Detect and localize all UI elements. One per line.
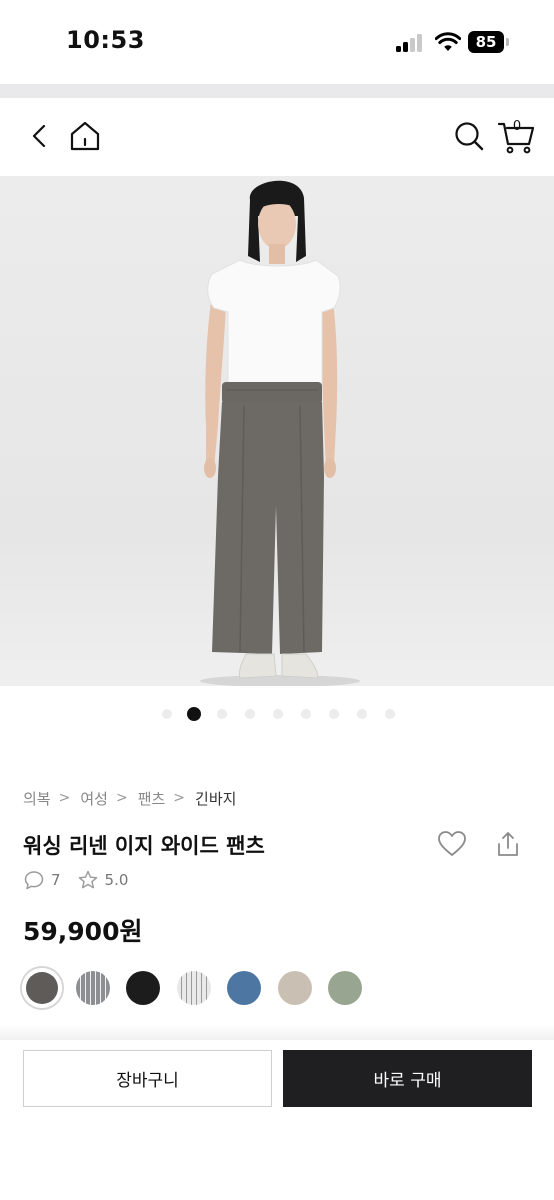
product-image[interactable]	[0, 176, 554, 686]
product-title: 워싱 리넨 이지 와이드 팬츠	[23, 834, 265, 858]
model-illustration	[200, 180, 360, 686]
heart-icon[interactable]	[436, 828, 468, 860]
status-bar: 10:53 85	[0, 0, 554, 84]
review-count: 7	[51, 871, 61, 889]
breadcrumb-item[interactable]: 여성	[80, 788, 108, 809]
battery-level: 85	[468, 31, 504, 53]
breadcrumb-item[interactable]: 의복	[23, 788, 51, 809]
chevron-right-icon: >	[173, 790, 186, 806]
breadcrumb: 의복 > 여성 > 팬츠 > 긴바지	[23, 787, 236, 809]
bottom-bar-divider	[0, 1024, 554, 1040]
breadcrumb-current[interactable]: 긴바지	[195, 788, 236, 809]
search-icon[interactable]	[452, 118, 486, 154]
home-icon[interactable]	[68, 118, 102, 154]
chevron-right-icon: >	[115, 790, 128, 806]
wifi-icon	[435, 32, 461, 51]
rating-value: 5.0	[104, 871, 129, 889]
carousel-dot[interactable]	[273, 709, 283, 719]
carousel-indicator	[0, 704, 554, 724]
color-swatch[interactable]	[22, 968, 62, 1008]
carousel-dot[interactable]	[385, 709, 395, 719]
signal-icon	[396, 34, 426, 52]
carousel-dot[interactable]	[329, 709, 339, 719]
color-swatch[interactable]	[75, 971, 110, 1005]
carousel-dot[interactable]	[357, 709, 367, 719]
comment-icon	[24, 871, 44, 890]
color-swatch[interactable]	[277, 971, 312, 1005]
nav-bar: 0	[0, 98, 554, 176]
battery-icon: 85	[468, 31, 510, 53]
carousel-dot-active[interactable]	[187, 707, 201, 721]
header-separator	[0, 84, 554, 98]
breadcrumb-item[interactable]: 팬츠	[138, 788, 166, 809]
status-time: 10:53	[66, 26, 145, 54]
cart-count: 0	[512, 119, 522, 134]
back-arrow-icon[interactable]	[26, 120, 54, 152]
carousel-dot[interactable]	[217, 709, 227, 719]
carousel-dot[interactable]	[245, 709, 255, 719]
star-icon	[78, 870, 97, 889]
add-to-cart-button[interactable]: 장바구니	[23, 1050, 272, 1107]
bottom-action-bar: 장바구니 바로 구매	[0, 1040, 554, 1200]
chevron-right-icon: >	[58, 790, 71, 806]
color-swatch[interactable]	[176, 971, 211, 1005]
color-swatch[interactable]	[227, 971, 261, 1005]
cart-button[interactable]: 0	[496, 116, 536, 156]
carousel-dot[interactable]	[301, 709, 311, 719]
share-icon[interactable]	[494, 828, 522, 860]
product-price: 59,900원	[23, 917, 143, 946]
color-swatch[interactable]	[328, 971, 362, 1005]
review-meta[interactable]: 7 5.0	[23, 869, 128, 891]
color-swatch[interactable]	[126, 971, 160, 1005]
carousel-dot[interactable]	[162, 709, 172, 719]
buy-now-button[interactable]: 바로 구매	[283, 1050, 532, 1107]
